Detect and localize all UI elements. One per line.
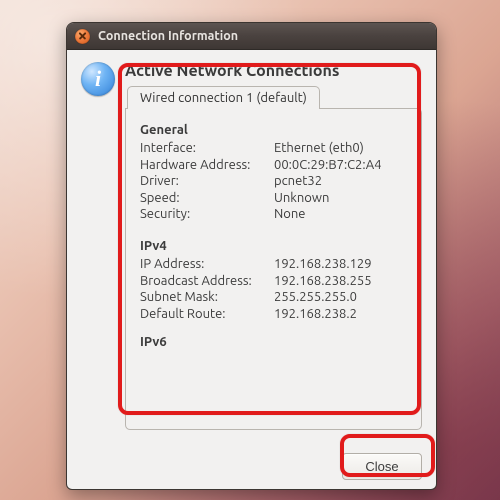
tab-wired-connection-1[interactable]: Wired connection 1 (default) (127, 86, 320, 109)
section-ipv6-title: IPv6 (140, 335, 407, 349)
row-broadcast-address: Broadcast Address: 192.168.238.255 (140, 274, 407, 288)
value-ip-address: 192.168.238.129 (274, 257, 407, 271)
main-panel: Active Network Connections Wired connect… (125, 60, 422, 437)
label-security: Security: (140, 207, 274, 221)
connection-tabs: Wired connection 1 (default) General Int… (125, 86, 422, 437)
connection-information-window: Connection Information i Active Network … (66, 22, 437, 490)
row-hardware-address: Hardware Address: 00:0C:29:B7:C2:A4 (140, 158, 407, 172)
value-interface: Ethernet (eth0) (274, 141, 407, 155)
dialog-footer: Close (67, 443, 436, 489)
label-default-route: Default Route: (140, 307, 274, 321)
tab-bar: Wired connection 1 (default) (125, 86, 422, 109)
label-subnet-mask: Subnet Mask: (140, 290, 274, 304)
window-content: i Active Network Connections Wired conne… (67, 50, 436, 443)
tab-page: General Interface: Ethernet (eth0) Hardw… (125, 108, 422, 430)
label-driver: Driver: (140, 174, 274, 188)
value-broadcast-address: 192.168.238.255 (274, 274, 407, 288)
value-default-route: 192.168.238.2 (274, 307, 407, 321)
window-title: Connection Information (98, 29, 238, 43)
label-ip-address: IP Address: (140, 257, 274, 271)
section-general-title: General (140, 123, 407, 137)
row-subnet-mask: Subnet Mask: 255.255.255.0 (140, 290, 407, 304)
close-button[interactable]: Close (342, 453, 422, 480)
row-default-route: Default Route: 192.168.238.2 (140, 307, 407, 321)
label-hardware-address: Hardware Address: (140, 158, 274, 172)
label-broadcast-address: Broadcast Address: (140, 274, 274, 288)
row-speed: Speed: Unknown (140, 191, 407, 205)
value-speed: Unknown (274, 191, 407, 205)
value-subnet-mask: 255.255.255.0 (274, 290, 407, 304)
close-icon[interactable] (75, 29, 90, 44)
section-ipv4-title: IPv4 (140, 239, 407, 253)
row-driver: Driver: pcnet32 (140, 174, 407, 188)
value-driver: pcnet32 (274, 174, 407, 188)
label-speed: Speed: (140, 191, 274, 205)
row-security: Security: None (140, 207, 407, 221)
label-interface: Interface: (140, 141, 274, 155)
row-ip-address: IP Address: 192.168.238.129 (140, 257, 407, 271)
info-icon: i (81, 62, 115, 96)
titlebar[interactable]: Connection Information (67, 23, 436, 50)
page-title: Active Network Connections (125, 62, 422, 80)
row-interface: Interface: Ethernet (eth0) (140, 141, 407, 155)
value-security: None (274, 207, 407, 221)
value-hardware-address: 00:0C:29:B7:C2:A4 (274, 158, 407, 172)
